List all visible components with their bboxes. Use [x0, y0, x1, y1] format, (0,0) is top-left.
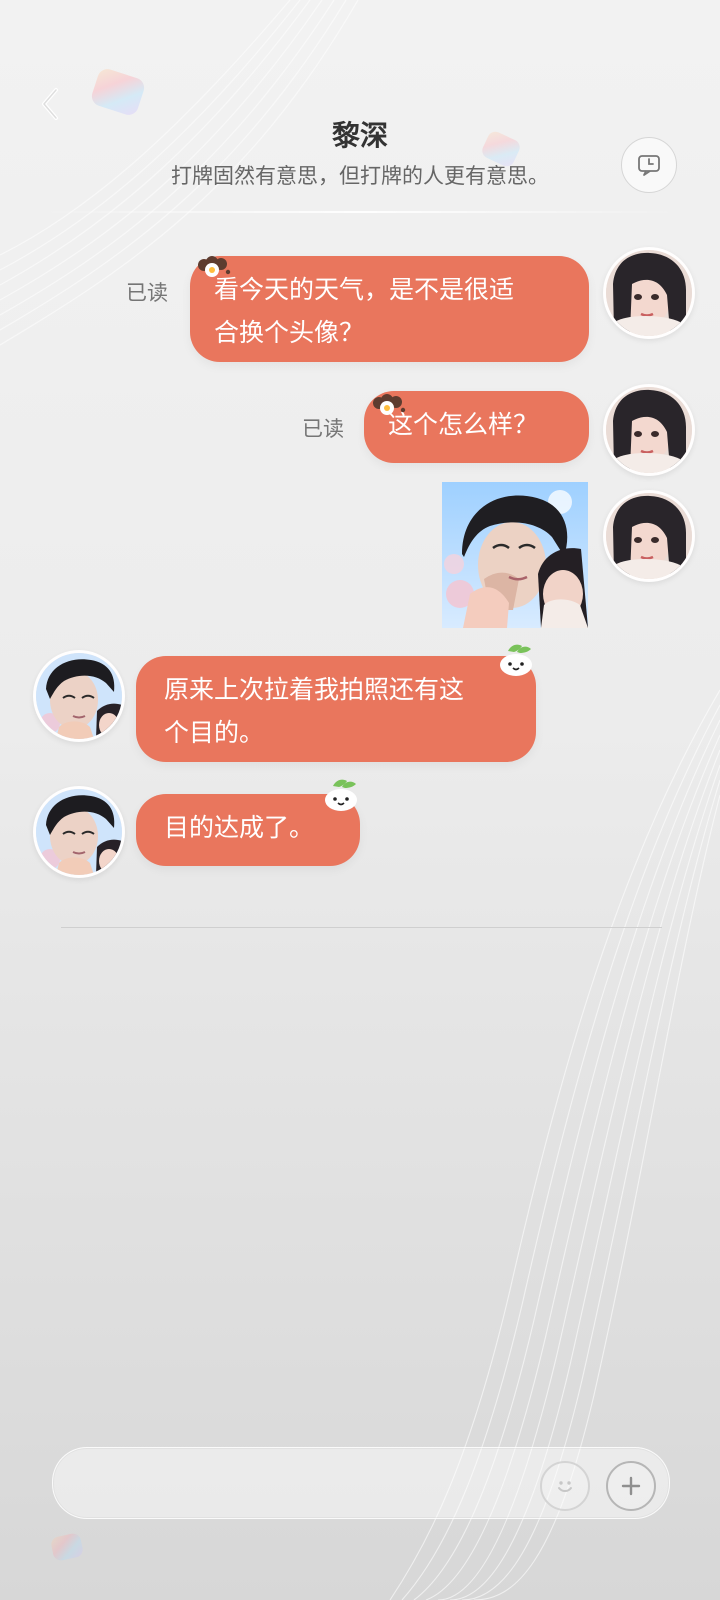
header-divider	[40, 211, 680, 213]
female-avatar-image	[606, 250, 692, 336]
male-avatar-image	[36, 789, 122, 875]
message-line: 目的达成了。	[164, 813, 315, 842]
female-avatar-image	[606, 493, 692, 579]
female-avatar-image	[606, 387, 692, 473]
emoji-button[interactable]	[540, 1461, 590, 1511]
read-status-1: 已读	[126, 281, 168, 305]
emoji-icon	[558, 1481, 572, 1492]
flower-sticker-icon	[198, 256, 231, 277]
radish-sticker-icon	[325, 779, 357, 811]
radish-sticker-icon	[500, 644, 532, 676]
flower-sticker-icon	[373, 394, 406, 415]
chat-title: 黎深	[331, 119, 388, 152]
message-bubble-sent-1[interactable]: 看今天的天气，是不是很适 合换个头像？	[190, 256, 589, 362]
message-line: 看今天的天气，是不是很适	[214, 275, 515, 304]
male-avatar-image	[36, 653, 122, 739]
chat-divider	[61, 927, 662, 928]
self-avatar[interactable]	[603, 384, 695, 476]
shared-photo[interactable]	[442, 482, 588, 628]
chat-header: 黎深 打牌固然有意思，但打牌的人更有意思。	[0, 0, 720, 215]
contact-avatar[interactable]	[33, 786, 125, 878]
couple-photo-image	[442, 482, 588, 628]
chat-subtitle: 打牌固然有意思，但打牌的人更有意思。	[171, 164, 549, 188]
read-status-2: 已读	[302, 417, 344, 441]
message-line: 原来上次拉着我拍照还有这	[164, 675, 465, 704]
message-bubble-received-1[interactable]: 原来上次拉着我拍照还有这 个目的。	[136, 656, 536, 762]
plus-icon	[621, 1476, 641, 1496]
self-avatar[interactable]	[603, 490, 695, 582]
message-line: 个目的。	[164, 718, 265, 747]
message-history-button[interactable]	[621, 137, 677, 193]
contact-avatar[interactable]	[33, 650, 125, 742]
message-history-icon	[638, 155, 660, 176]
self-avatar[interactable]	[603, 247, 695, 339]
plus-button[interactable]	[606, 1461, 656, 1511]
message-line: 合换个头像？	[214, 318, 365, 347]
